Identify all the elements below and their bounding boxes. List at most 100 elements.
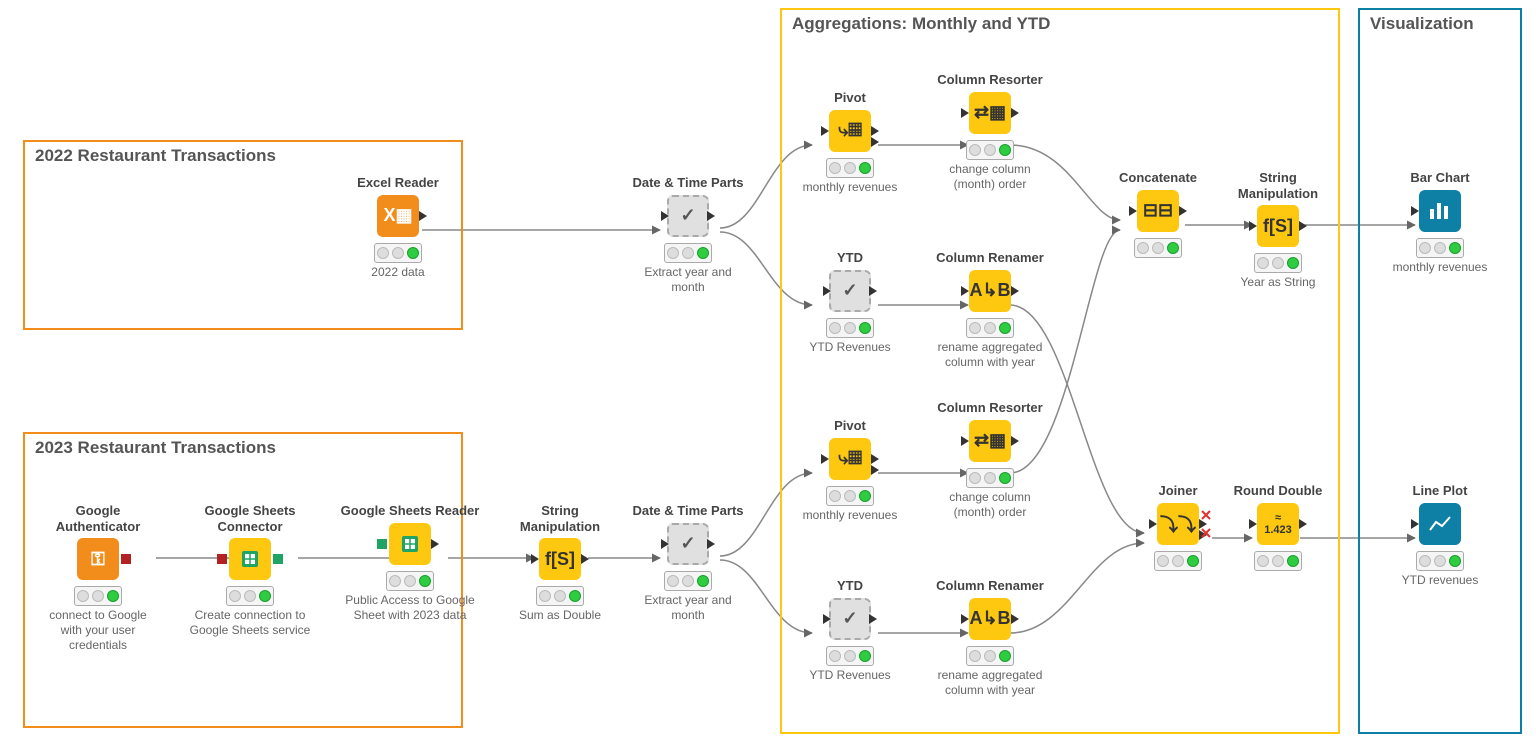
status-lights [1134, 238, 1182, 258]
node-title: Concatenate [1098, 170, 1218, 186]
ytd-icon: ✓ [829, 598, 871, 640]
node-title: Bar Chart [1380, 170, 1500, 186]
node-title: Google Sheets Reader [340, 503, 480, 519]
node-column-resorter-2[interactable]: Column Resorter ⇄▦ change column (month)… [930, 400, 1050, 520]
node-caption: Year as String [1218, 275, 1338, 290]
node-round-double[interactable]: Round Double ≈1.423 [1218, 483, 1338, 573]
node-title: Google Sheets Connector [180, 503, 320, 534]
sheets-connector-icon [229, 538, 271, 580]
sheets-reader-icon [389, 523, 431, 565]
node-datetime-parts-1[interactable]: Date & Time Parts ✓ Extract year and mon… [628, 175, 748, 295]
concatenate-icon: ⊟⊟ [1137, 190, 1179, 232]
group-agg-title: Aggregations: Monthly and YTD [792, 14, 1050, 34]
status-lights [826, 646, 874, 666]
status-lights [536, 586, 584, 606]
node-caption: monthly revenues [790, 180, 910, 195]
resorter-icon: ⇄▦ [969, 92, 1011, 134]
node-caption: connect to Google with your user credent… [38, 608, 158, 653]
status-lights [226, 586, 274, 606]
node-caption: monthly revenues [790, 508, 910, 523]
status-lights [826, 158, 874, 178]
node-caption: Extract year and month [628, 265, 748, 295]
node-caption: rename aggregated column with year [930, 340, 1050, 370]
status-lights [1416, 238, 1464, 258]
renamer-icon: A↳B [969, 270, 1011, 312]
status-lights [966, 646, 1014, 666]
renamer-icon: A↳B [969, 598, 1011, 640]
node-string-manipulation-2[interactable]: String Manipulation f[S] Year as String [1218, 170, 1338, 290]
node-title: String Manipulation [500, 503, 620, 534]
node-title: Date & Time Parts [628, 175, 748, 191]
pivot-icon: ⤷▦ [829, 110, 871, 152]
status-lights [1254, 253, 1302, 273]
status-lights [74, 586, 122, 606]
status-lights [966, 318, 1014, 338]
node-datetime-parts-2[interactable]: Date & Time Parts ✓ Extract year and mon… [628, 503, 748, 623]
node-pivot-1[interactable]: Pivot ⤷▦ monthly revenues [790, 90, 910, 195]
node-title: YTD [790, 250, 910, 266]
string-manip-icon: f[S] [539, 538, 581, 580]
node-caption: change column (month) order [930, 490, 1050, 520]
status-lights [1254, 551, 1302, 571]
status-lights [1416, 551, 1464, 571]
node-ytd-2[interactable]: YTD ✓ YTD Revenues [790, 578, 910, 683]
node-excel-reader[interactable]: Excel Reader X▦ 2022 data [338, 175, 458, 280]
status-lights [966, 140, 1014, 160]
line-plot-icon [1419, 503, 1461, 545]
group-viz-title: Visualization [1370, 14, 1474, 34]
node-pivot-2[interactable]: Pivot ⤷▦ monthly revenues [790, 418, 910, 523]
node-title: Column Renamer [930, 250, 1050, 266]
node-title: String Manipulation [1218, 170, 1338, 201]
node-title: Column Resorter [930, 72, 1050, 88]
group-visualization: Visualization [1358, 8, 1522, 734]
node-caption: YTD Revenues [790, 340, 910, 355]
node-title: Column Renamer [930, 578, 1050, 594]
excel-icon: X▦ [377, 195, 419, 237]
node-google-sheets-connector[interactable]: Google Sheets Connector Create connectio… [180, 503, 320, 638]
node-string-manipulation-1[interactable]: String Manipulation f[S] Sum as Double [500, 503, 620, 623]
group-2022-title: 2022 Restaurant Transactions [35, 146, 276, 166]
group-2023-title: 2023 Restaurant Transactions [35, 438, 276, 458]
bar-chart-icon [1419, 190, 1461, 232]
node-caption: YTD revenues [1380, 573, 1500, 588]
node-caption: Extract year and month [628, 593, 748, 623]
node-title: Date & Time Parts [628, 503, 748, 519]
node-title: Excel Reader [338, 175, 458, 191]
node-google-sheets-reader[interactable]: Google Sheets Reader Public Access to Go… [340, 503, 480, 623]
node-title: Pivot [790, 418, 910, 434]
node-title: Line Plot [1380, 483, 1500, 499]
node-caption: 2022 data [338, 265, 458, 280]
node-caption: rename aggregated column with year [930, 668, 1050, 698]
node-title: Pivot [790, 90, 910, 106]
status-lights [374, 243, 422, 263]
datetime-icon: ✓ [667, 523, 709, 565]
node-caption: YTD Revenues [790, 668, 910, 683]
node-concatenate[interactable]: Concatenate ⊟⊟ [1098, 170, 1218, 260]
node-title: Round Double [1218, 483, 1338, 499]
status-lights [664, 571, 712, 591]
node-title: Google Authenticator [38, 503, 158, 534]
status-lights [966, 468, 1014, 488]
status-lights [386, 571, 434, 591]
node-line-plot[interactable]: Line Plot YTD revenues [1380, 483, 1500, 588]
node-caption: Sum as Double [500, 608, 620, 623]
node-caption: Public Access to Google Sheet with 2023 … [340, 593, 480, 623]
node-caption: change column (month) order [930, 162, 1050, 192]
status-lights [664, 243, 712, 263]
node-title: YTD [790, 578, 910, 594]
ytd-icon: ✓ [829, 270, 871, 312]
string-manip-icon: f[S] [1257, 205, 1299, 247]
node-title: Column Resorter [930, 400, 1050, 416]
key-icon: ⚿ [77, 538, 119, 580]
node-column-renamer-2[interactable]: Column Renamer A↳B rename aggregated col… [930, 578, 1050, 698]
node-ytd-1[interactable]: YTD ✓ YTD Revenues [790, 250, 910, 355]
node-column-resorter-1[interactable]: Column Resorter ⇄▦ change column (month)… [930, 72, 1050, 192]
node-bar-chart[interactable]: Bar Chart monthly revenues [1380, 170, 1500, 275]
node-column-renamer-1[interactable]: Column Renamer A↳B rename aggregated col… [930, 250, 1050, 370]
status-lights [826, 486, 874, 506]
joiner-icon: ⤵⤵ [1157, 503, 1199, 545]
node-google-authenticator[interactable]: Google Authenticator ⚿ connect to Google… [38, 503, 158, 653]
status-lights [1154, 551, 1202, 571]
pivot-icon: ⤷▦ [829, 438, 871, 480]
resorter-icon: ⇄▦ [969, 420, 1011, 462]
